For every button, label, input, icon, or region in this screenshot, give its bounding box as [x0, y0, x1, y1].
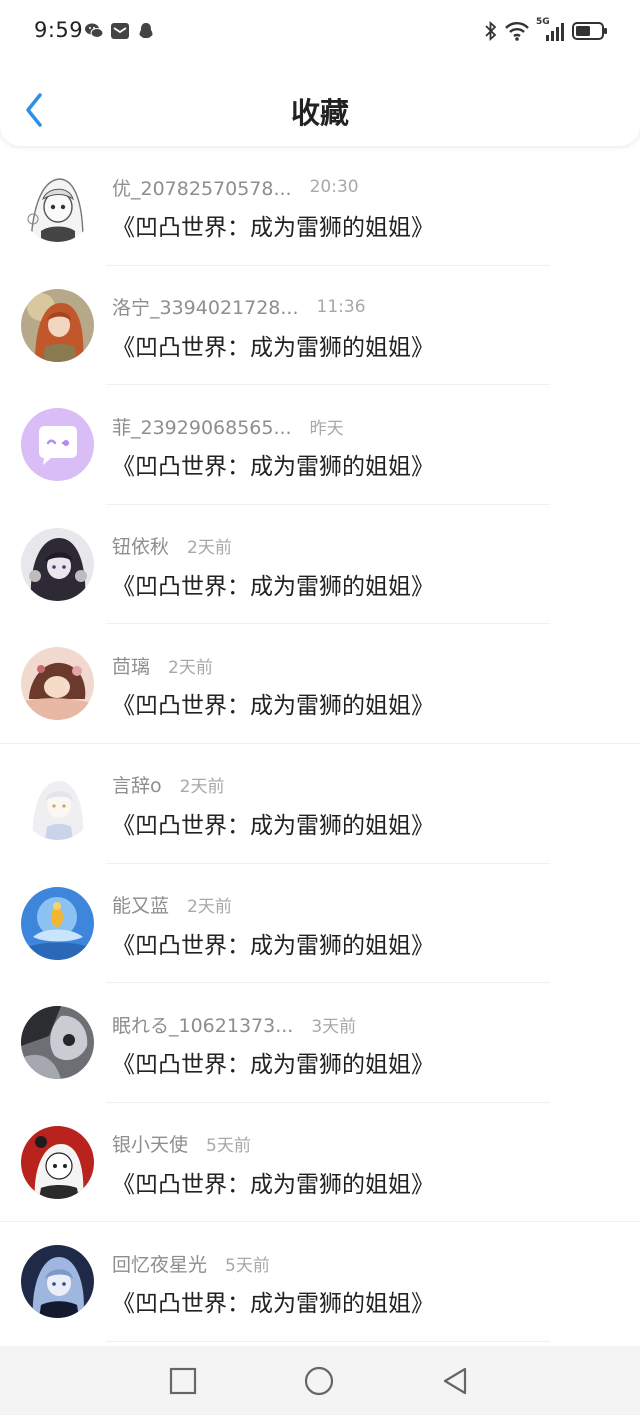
triangle-back-icon[interactable]: [440, 1366, 470, 1396]
favorite-title[interactable]: 《凹凸世界：成为雷狮的姐姐》: [112, 926, 434, 960]
favorite-title[interactable]: 《凹凸世界：成为雷狮的姐姐》: [112, 1165, 434, 1199]
top-card: 9:59 5G 收藏: [0, 0, 640, 146]
timestamp: 3天前: [311, 1016, 357, 1037]
divider: [106, 1340, 550, 1342]
favorites-list: 优_20782570578... 20:30 《凹凸世界：成为雷狮的姐姐》 洛宁…: [0, 146, 640, 1342]
user-avatar[interactable]: [21, 408, 94, 482]
favorite-title[interactable]: 《凹凸世界：成为雷狮的姐姐》: [112, 208, 434, 242]
list-item[interactable]: 钮依秋 2天前 《凹凸世界：成为雷狮的姐姐》: [0, 505, 640, 625]
favorite-title[interactable]: 《凹凸世界：成为雷狮的姐姐》: [112, 447, 434, 481]
user-avatar[interactable]: [21, 169, 94, 242]
user-name[interactable]: 银小天使: [112, 1130, 188, 1157]
name-line: 言辞o 2天前: [112, 772, 224, 798]
user-name[interactable]: 茴璃: [112, 652, 150, 679]
header: 收藏: [0, 62, 640, 146]
timestamp: 2天前: [179, 777, 225, 798]
favorite-title[interactable]: 《凹凸世界：成为雷狮的姐姐》: [112, 1045, 434, 1079]
user-name[interactable]: 眠れる_10621373...: [112, 1011, 293, 1038]
name-line: 洛宁_3394021728... 11:36: [112, 294, 366, 320]
user-name[interactable]: 洛宁_3394021728...: [112, 293, 299, 320]
favorite-title[interactable]: 《凹凸世界：成为雷狮的姐姐》: [112, 328, 434, 362]
list-item[interactable]: 洛宁_3394021728... 11:36 《凹凸世界：成为雷狮的姐姐》: [0, 266, 640, 386]
user-avatar[interactable]: [21, 288, 94, 362]
system-nav-bar: [0, 1346, 640, 1415]
timestamp: 昨天: [309, 418, 344, 439]
user-avatar[interactable]: [21, 886, 94, 960]
name-line: 优_20782570578... 20:30: [112, 174, 359, 200]
screen: 9:59 5G 收藏 优_20782570578... 20:30 《凹凸世界：…: [0, 0, 640, 1415]
battery-icon: [572, 22, 607, 40]
page-title: 收藏: [290, 96, 349, 130]
name-line: 眠れる_10621373... 3天前: [112, 1011, 356, 1037]
user-name[interactable]: 能又蓝: [112, 891, 169, 918]
timestamp: 5天前: [225, 1255, 270, 1276]
status-left-icons: [84, 21, 156, 41]
circle-home-icon[interactable]: [304, 1366, 334, 1396]
timestamp: 11:36: [316, 296, 366, 317]
name-line: 菲_23929068565... 昨天: [112, 413, 344, 439]
name-line: 银小天使 5天前: [112, 1131, 251, 1157]
user-avatar[interactable]: [21, 527, 94, 601]
user-name[interactable]: 菲_23929068565...: [112, 413, 292, 440]
list-item[interactable]: 眠れる_10621373... 3天前 《凹凸世界：成为雷狮的姐姐》: [0, 983, 640, 1103]
list-item[interactable]: 能又蓝 2天前 《凹凸世界：成为雷狮的姐姐》: [0, 864, 640, 984]
favorite-title[interactable]: 《凹凸世界：成为雷狮的姐姐》: [112, 1284, 434, 1318]
name-line: 茴璃 2天前: [112, 652, 213, 678]
signal-5g-icon: 5G: [536, 17, 566, 42]
user-avatar[interactable]: [21, 1245, 94, 1319]
list-item[interactable]: 银小天使 5天前 《凹凸世界：成为雷狮的姐姐》: [0, 1103, 640, 1223]
wifi-icon: [505, 22, 529, 41]
timestamp: 2天前: [187, 538, 232, 559]
user-name[interactable]: 回忆夜星光: [112, 1250, 207, 1277]
mail-icon: [111, 23, 129, 39]
user-name[interactable]: 优_20782570578...: [112, 174, 292, 201]
favorite-title[interactable]: 《凹凸世界：成为雷狮的姐姐》: [112, 686, 434, 720]
user-avatar[interactable]: [21, 1006, 94, 1080]
list-item[interactable]: 回忆夜星光 5天前 《凹凸世界：成为雷狮的姐姐》: [0, 1222, 640, 1342]
square-recents-icon[interactable]: [168, 1366, 198, 1396]
list-item[interactable]: 菲_23929068565... 昨天 《凹凸世界：成为雷狮的姐姐》: [0, 385, 640, 505]
wechat-icon: [85, 23, 104, 38]
name-line: 能又蓝 2天前: [112, 892, 232, 918]
list-item[interactable]: 言辞o 2天前 《凹凸世界：成为雷狮的姐姐》: [0, 744, 640, 864]
user-avatar[interactable]: [21, 647, 94, 721]
name-line: 回忆夜星光 5天前: [112, 1250, 270, 1276]
status-right-icons: 5G: [484, 17, 608, 42]
user-avatar[interactable]: [21, 766, 94, 840]
status-time: 9:59: [34, 18, 84, 42]
timestamp: 2天前: [187, 897, 232, 918]
bluetooth-icon: [485, 20, 497, 42]
name-line: 钮依秋 2天前: [112, 533, 232, 559]
user-name[interactable]: 言辞o: [112, 771, 162, 798]
list-item[interactable]: 茴璃 2天前 《凹凸世界：成为雷狮的姐姐》: [0, 624, 640, 744]
user-avatar[interactable]: [21, 1125, 94, 1199]
user-name[interactable]: 钮依秋: [112, 532, 169, 559]
timestamp: 2天前: [168, 657, 213, 678]
status-bar: 9:59 5G: [0, 0, 640, 62]
timestamp: 20:30: [309, 177, 359, 197]
timestamp: 5天前: [206, 1136, 251, 1157]
favorite-title[interactable]: 《凹凸世界：成为雷狮的姐姐》: [112, 567, 434, 601]
list-item[interactable]: 优_20782570578... 20:30 《凹凸世界：成为雷狮的姐姐》: [0, 146, 640, 266]
qq-icon: [139, 23, 153, 38]
favorite-title[interactable]: 《凹凸世界：成为雷狮的姐姐》: [112, 806, 434, 840]
